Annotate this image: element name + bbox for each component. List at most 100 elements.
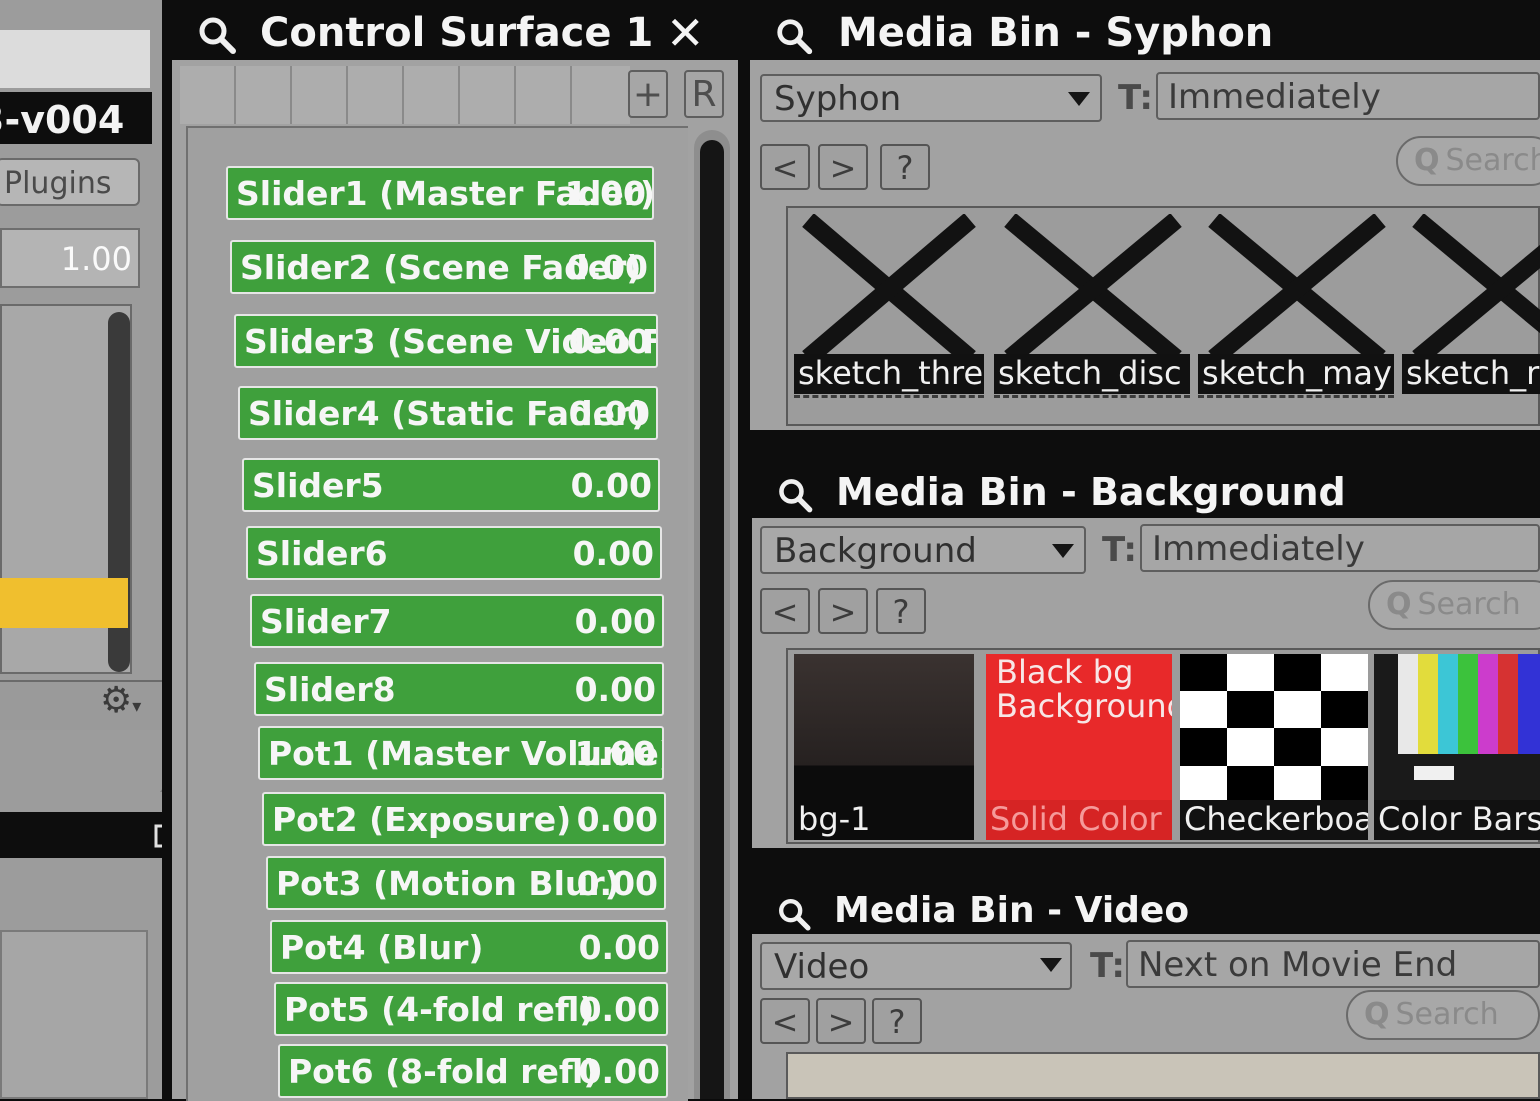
left-panel-title: 3-v004 xyxy=(0,98,125,142)
fader-pot5[interactable]: Pot5 (4-fold refl) 0.00 xyxy=(274,982,668,1036)
fader-value: 0.00 xyxy=(576,864,658,903)
syphon-item-label: sketch_may xyxy=(1198,354,1394,394)
control-surface-tabs[interactable] xyxy=(180,66,630,124)
checkerboard-thumbnail xyxy=(1180,654,1368,804)
next-button[interactable]: > xyxy=(818,588,868,634)
chevron-down-icon[interactable] xyxy=(1040,958,1062,972)
overlay-title: Black bg xyxy=(996,654,1134,691)
search-placeholder: Search xyxy=(1417,587,1521,622)
video-source-dropdown[interactable]: Video xyxy=(760,942,1072,990)
background-item[interactable]: Black bg Background Solid Color xyxy=(986,654,1172,840)
syphon-transition-field[interactable]: Immediately xyxy=(1156,72,1540,120)
tab-divider xyxy=(346,66,348,124)
fader-label: Pot2 (Exposure) xyxy=(272,800,572,839)
transition-label: T: xyxy=(1090,946,1125,986)
background-item[interactable]: bg-1 xyxy=(794,654,974,840)
syphon-item[interactable]: sketch_r xyxy=(1402,214,1540,394)
next-button[interactable]: > xyxy=(816,998,866,1044)
search-placeholder: Search xyxy=(1395,997,1499,1032)
fader-value: 0.00 xyxy=(578,990,660,1029)
syphon-item-label: sketch_thre xyxy=(794,354,984,394)
fader-slider7[interactable]: Slider7 0.00 xyxy=(250,594,664,648)
previous-button[interactable]: < xyxy=(760,144,810,190)
fader-value: 0.00 xyxy=(566,248,648,287)
missing-source-x-icon xyxy=(1208,214,1386,364)
reset-button[interactable]: R xyxy=(684,70,724,118)
background-transition-field[interactable]: Immediately xyxy=(1140,524,1540,572)
fader-label: Pot5 (4-fold refl) xyxy=(284,990,595,1029)
fader-pot3[interactable]: Pot3 (Motion Blur) 0.00 xyxy=(266,856,666,910)
fader-pot6[interactable]: Pot6 (8-fold refl) 0.00 xyxy=(278,1044,668,1098)
tab-plugins[interactable]: Plugins xyxy=(0,158,140,206)
tab-divider xyxy=(234,66,236,124)
background-item-label: Solid Color xyxy=(986,800,1172,840)
divider xyxy=(794,395,984,408)
fader-value: 0.00 xyxy=(574,670,656,709)
video-search-input[interactable]: Q Search xyxy=(1346,990,1540,1040)
syphon-item-label: sketch_r xyxy=(1402,354,1540,394)
search-icon[interactable] xyxy=(776,476,816,516)
fader-value: 0.00 xyxy=(568,322,650,361)
background-item[interactable]: Color Bars xyxy=(1374,654,1540,840)
fader-label: Slider8 xyxy=(264,670,396,709)
dropdown-value: Video xyxy=(774,947,870,987)
background-search-input[interactable]: Q Search xyxy=(1368,580,1540,630)
control-surface-title: Control Surface 1 xyxy=(260,10,654,56)
previous-button[interactable]: < xyxy=(760,998,810,1044)
chevron-down-icon[interactable] xyxy=(1068,92,1090,106)
overlay-subtitle: Background xyxy=(996,687,1172,725)
add-control-button[interactable]: + xyxy=(628,70,668,118)
fader-pot2[interactable]: Pot2 (Exposure) 0.00 xyxy=(262,792,666,846)
left-value-field[interactable]: 1.00 xyxy=(0,228,140,288)
video-transition-field[interactable]: Next on Movie End xyxy=(1126,940,1540,988)
transition-label: T: xyxy=(1118,78,1153,118)
fader-value: 0.00 xyxy=(568,394,650,433)
background-item-label: bg-1 xyxy=(798,800,871,838)
tab-divider xyxy=(458,66,460,124)
syphon-item[interactable]: sketch_disc xyxy=(994,214,1190,398)
left-selected-row[interactable] xyxy=(0,578,128,628)
gear-icon[interactable]: ⚙▾ xyxy=(100,680,141,721)
search-icon[interactable] xyxy=(776,896,814,934)
fader-label: Pot3 (Motion Blur) xyxy=(276,864,620,903)
fader-pot1[interactable]: Pot1 (Master Volume) 1.00 xyxy=(258,726,664,780)
search-icon[interactable] xyxy=(774,16,816,58)
close-icon[interactable]: ✕ xyxy=(666,6,705,60)
left-panel-header xyxy=(0,30,150,88)
fader-slider1[interactable]: Slider1 (Master Fader) 1.00 xyxy=(226,166,654,220)
color-bars-thumbnail xyxy=(1374,654,1540,804)
fader-value: 0.00 xyxy=(576,800,658,839)
missing-source-x-icon xyxy=(1412,214,1540,364)
help-button[interactable]: ? xyxy=(880,144,930,190)
syphon-item[interactable]: sketch_may xyxy=(1198,214,1394,398)
search-placeholder: Search xyxy=(1445,143,1540,178)
fader-slider4[interactable]: Slider4 (Static Fader) 0.00 xyxy=(238,386,658,440)
help-button[interactable]: ? xyxy=(872,998,922,1044)
tab-divider xyxy=(514,66,516,124)
fader-label: Slider6 xyxy=(256,534,388,573)
syphon-item[interactable]: sketch_thre xyxy=(794,214,984,398)
fader-value: 0.00 xyxy=(570,466,652,505)
transition-label: T: xyxy=(1102,530,1137,570)
background-item[interactable]: Checkerboa xyxy=(1180,654,1368,840)
help-button[interactable]: ? xyxy=(876,588,926,634)
syphon-search-input[interactable]: Q Search xyxy=(1396,136,1540,186)
previous-button[interactable]: < xyxy=(760,588,810,634)
syphon-source-dropdown[interactable]: Syphon xyxy=(760,74,1102,122)
dropdown-value: Syphon xyxy=(774,79,902,119)
fader-slider8[interactable]: Slider8 0.00 xyxy=(254,662,664,716)
fader-slider5[interactable]: Slider5 0.00 xyxy=(242,458,660,512)
fader-pot4[interactable]: Pot4 (Blur) 0.00 xyxy=(270,920,668,974)
chevron-down-icon[interactable] xyxy=(1052,544,1074,558)
fader-value: 0.00 xyxy=(574,602,656,641)
fader-slider6[interactable]: Slider6 0.00 xyxy=(246,526,662,580)
search-icon[interactable] xyxy=(196,14,240,58)
fader-slider3[interactable]: Slider3 (Scene Video Fad 0.00 xyxy=(234,314,658,368)
fader-slider2[interactable]: Slider2 (Scene Fader) 0.00 xyxy=(230,240,656,294)
tab-divider xyxy=(570,66,572,124)
next-button[interactable]: > xyxy=(818,144,868,190)
background-source-dropdown[interactable]: Background xyxy=(760,526,1086,574)
fader-list-scroll-thumb[interactable] xyxy=(700,140,724,1099)
background-item-label: Checkerboa xyxy=(1180,800,1368,840)
fader-label: Slider7 xyxy=(260,602,392,641)
